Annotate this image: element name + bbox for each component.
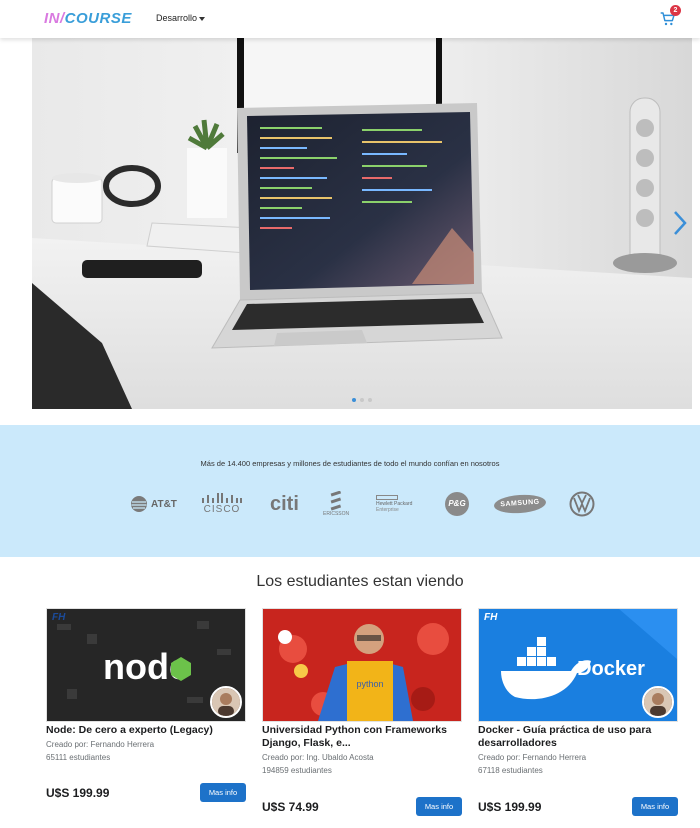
ericsson-logo-text: ERICSSON (323, 511, 350, 517)
chevron-right-icon (674, 211, 687, 235)
course-author: Creado por: Ing. Ubaldo Acosta (262, 753, 374, 762)
att-globe-icon (131, 496, 147, 512)
more-info-button[interactable]: Mas info (632, 797, 678, 816)
hpe-rectangle-icon (376, 495, 398, 500)
brand-logo[interactable]: IN/COURSE (44, 10, 132, 27)
cart-count-badge: 2 (670, 5, 681, 16)
carousel-dot-1[interactable] (352, 398, 356, 402)
fh-logo-icon: FH (484, 612, 498, 623)
cisco-bars-icon (202, 493, 242, 503)
hpe-logo-text-2: Enterprise (376, 507, 399, 513)
vw-emblem-icon (569, 491, 595, 517)
cisco-logo-text: CISCO (203, 504, 241, 515)
course-price: U$S 74.99 (262, 800, 319, 814)
carousel-indicators (352, 398, 372, 402)
python-course-image: python (263, 609, 461, 721)
category-dropdown[interactable]: Desarrollo (156, 13, 206, 23)
samsung-logo-text: SAMSUNG (493, 493, 547, 515)
citi-logo: citi (270, 491, 299, 517)
more-info-button[interactable]: Mas info (416, 797, 462, 816)
instructor-avatar (210, 686, 242, 718)
fh-logo-icon: FH (52, 612, 66, 623)
course-author: Creado por: Fernando Herrera (478, 753, 587, 762)
brand-part1: IN (44, 10, 60, 27)
docker-logo-text: Docker (577, 658, 645, 680)
brand-part2: COURSE (64, 10, 132, 27)
carousel-dot-3[interactable] (368, 398, 372, 402)
category-dropdown-label: Desarrollo (156, 13, 198, 23)
hero-carousel[interactable] (32, 38, 692, 409)
course-card[interactable]: node FH Node: De cero a experto (Legacy)… (46, 608, 246, 762)
pg-logo: P&G (445, 491, 469, 517)
navbar: IN/COURSE Desarrollo 2 (0, 0, 700, 38)
course-price: U$S 199.99 (478, 800, 542, 814)
course-students: 65111 estudiantes (46, 753, 111, 762)
hero-image-laptop-desk (32, 38, 692, 409)
course-students: 194859 estudiantes (262, 766, 332, 775)
caret-down-icon (199, 16, 206, 21)
course-thumbnail-python[interactable]: python (262, 608, 462, 722)
pg-logo-text: P&G (445, 492, 469, 516)
vw-logo (569, 491, 595, 517)
carousel-dot-2[interactable] (360, 398, 364, 402)
trusted-companies-band: Más de 14.400 empresas y millones de est… (0, 425, 700, 557)
cart-button[interactable]: 2 (660, 5, 684, 28)
carousel-next-button[interactable] (670, 208, 690, 238)
cisco-logo: CISCO (201, 491, 243, 517)
course-card[interactable]: python Universidad Python con Frameworks… (262, 608, 462, 775)
python-shirt-text: python (356, 679, 383, 689)
course-thumbnail-node[interactable]: node FH (46, 608, 246, 722)
course-author: Creado por: Fernando Herrera (46, 740, 155, 749)
section-title-trending: Los estudiantes estan viendo (256, 573, 464, 590)
course-card[interactable]: Docker FH Docker - Guía práctica de uso … (478, 608, 678, 775)
ericsson-icon (330, 491, 342, 511)
att-logo-text: AT&T (151, 498, 177, 510)
trusted-companies-tagline: Más de 14.400 empresas y millones de est… (200, 459, 500, 468)
ericsson-logo: ERICSSON (323, 488, 349, 520)
citi-logo-text: citi (270, 492, 299, 515)
course-thumbnail-docker[interactable]: Docker FH (478, 608, 678, 722)
course-title[interactable]: Node: De cero a experto (Legacy) (46, 724, 246, 737)
course-students: 67118 estudiantes (478, 766, 543, 775)
att-logo: AT&T (130, 491, 177, 517)
course-price: U$S 199.99 (46, 786, 110, 800)
course-title[interactable]: Docker - Guía práctica de uso para desar… (478, 724, 678, 750)
course-title[interactable]: Universidad Python con Frameworks Django… (262, 724, 462, 750)
more-info-button[interactable]: Mas info (200, 783, 246, 802)
samsung-logo: SAMSUNG (493, 491, 547, 517)
instructor-avatar (642, 686, 674, 718)
hpe-logo: Hewlett Packard Enterprise (376, 491, 412, 517)
